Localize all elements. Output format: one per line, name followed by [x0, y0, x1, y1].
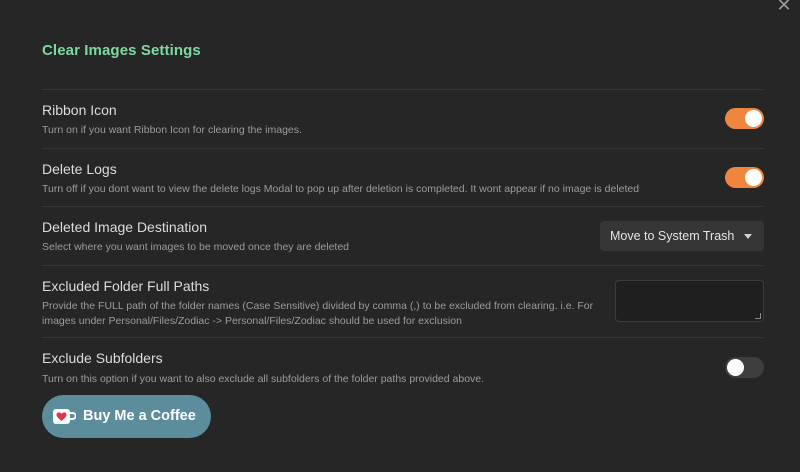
setting-description-line-1: Provide the FULL path of the folder name… — [42, 300, 594, 312]
setting-description: Turn off if you dont want to view the de… — [42, 183, 640, 195]
excluded-paths-textarea[interactable] — [615, 280, 764, 322]
setting-exclude-subfolders: Exclude Subfolders Turn on this option i… — [42, 337, 764, 391]
setting-description: Turn on this option if you want to also … — [42, 373, 485, 385]
setting-description-line-2: images under Personal/Files/Zodiac -> Pe… — [42, 315, 462, 327]
setting-deleted-image-destination: Deleted Image Destination Select where y… — [42, 206, 764, 265]
chevron-down-icon — [744, 234, 752, 239]
setting-description: Turn on if you want Ribbon Icon for clea… — [42, 124, 302, 136]
toggle-knob — [745, 169, 762, 186]
coffee-button-label: Buy Me a Coffee — [83, 408, 196, 424]
delete-logs-toggle[interactable] — [725, 167, 764, 188]
resize-grip-icon[interactable] — [755, 313, 761, 319]
setting-description: Select where you want images to be moved… — [42, 241, 350, 253]
modal-title: Clear Images Settings — [42, 42, 201, 59]
exclude-subfolders-toggle[interactable] — [725, 357, 764, 378]
toggle-knob — [727, 359, 744, 376]
toggle-knob — [745, 110, 762, 127]
setting-name: Excluded Folder Full Paths — [42, 278, 210, 294]
destination-dropdown[interactable]: Move to System Trash — [600, 221, 764, 251]
setting-name: Deleted Image Destination — [42, 219, 207, 235]
setting-name: Exclude Subfolders — [42, 350, 163, 366]
close-icon[interactable]: ✕ — [776, 0, 792, 14]
buy-me-a-coffee-button[interactable]: Buy Me a Coffee — [42, 395, 211, 438]
setting-ribbon-icon: Ribbon Icon Turn on if you want Ribbon I… — [42, 89, 764, 148]
dropdown-selected-value: Move to System Trash — [610, 229, 735, 243]
setting-delete-logs: Delete Logs Turn off if you dont want to… — [42, 148, 764, 206]
setting-name: Delete Logs — [42, 161, 117, 177]
setting-name: Ribbon Icon — [42, 102, 117, 118]
ribbon-icon-toggle[interactable] — [725, 108, 764, 129]
coffee-cup-heart-icon — [53, 409, 76, 424]
setting-excluded-folder-paths: Excluded Folder Full Paths Provide the F… — [42, 265, 764, 337]
